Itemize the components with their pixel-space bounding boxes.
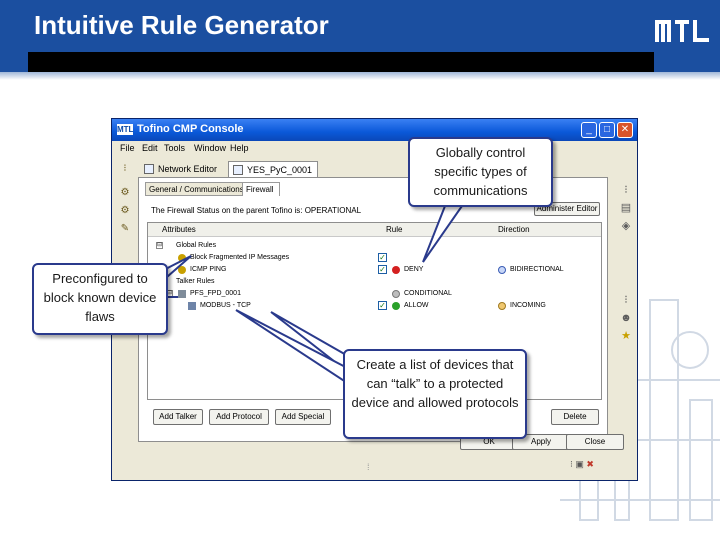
callout-text: Create a list of devices that can “talk”… [351,357,519,410]
callout-global-control: Globally control specific types of commu… [408,137,553,207]
callout-text: Globally control specific types of commu… [433,145,528,198]
callout-preconfigured: Preconfigured to block known device flaw… [32,263,168,335]
callout-text: Preconfigured to block known device flaw… [43,271,157,324]
callout-create-list: Create a list of devices that can “talk”… [343,349,527,439]
